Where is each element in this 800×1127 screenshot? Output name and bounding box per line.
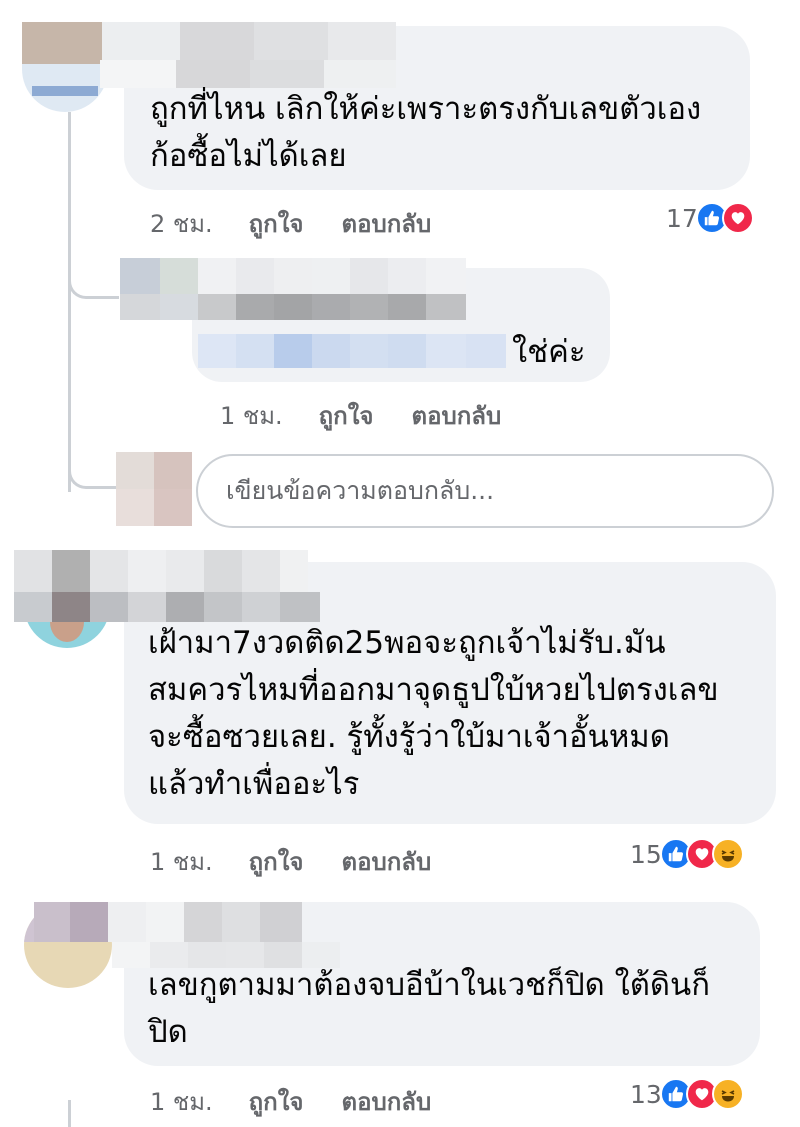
author-name[interactable] — [100, 60, 396, 88]
comment-actions: 1 ชม. ถูกใจ ตอบกลับ — [150, 1082, 431, 1121]
reply-button[interactable]: ตอบกลับ — [411, 396, 501, 435]
love-icon — [721, 202, 754, 234]
like-button[interactable]: ถูกใจ — [319, 396, 374, 435]
reaction-count: 17 — [666, 203, 698, 233]
reply-actions: 1 ชม. ถูกใจ ตอบกลับ — [220, 396, 501, 435]
comment-time[interactable]: 1 ชม. — [150, 1082, 213, 1121]
thread-curve — [68, 250, 119, 299]
reply-author-name[interactable] — [120, 258, 466, 294]
comment-actions: 2 ชม. ถูกใจ ตอบกลับ — [150, 204, 431, 243]
reply-input-placeholder: เขียนข้อความตอบกลับ... — [226, 476, 495, 505]
reaction-summary[interactable]: 13 — [630, 1078, 744, 1110]
mention-tag[interactable] — [198, 334, 506, 368]
reply-author-name[interactable] — [120, 294, 466, 320]
comment-text: เฝ้ามา7งวดติด25พอจะถูกเจ้าไม่รับ.มัน สมค… — [148, 625, 719, 802]
haha-icon — [711, 838, 744, 870]
author-name[interactable] — [34, 902, 302, 942]
comment-text: ถูกที่ไหน เลิกให้ค่ะเพราะตรงกับเลขตัวเอง… — [150, 91, 702, 174]
like-button[interactable]: ถูกใจ — [249, 842, 304, 881]
thread-curve — [68, 440, 119, 489]
current-user-avatar[interactable] — [116, 452, 192, 526]
author-name[interactable] — [22, 22, 396, 64]
reaction-summary[interactable]: 15 — [630, 838, 744, 870]
thread-line — [68, 1100, 71, 1127]
like-button[interactable]: ถูกใจ — [249, 204, 304, 243]
author-name[interactable] — [14, 550, 348, 592]
like-button[interactable]: ถูกใจ — [249, 1082, 304, 1121]
author-name[interactable] — [14, 592, 320, 622]
thread-line — [68, 112, 71, 492]
reply-input[interactable]: เขียนข้อความตอบกลับ... — [196, 454, 774, 528]
comment-time[interactable]: 2 ชม. — [150, 204, 213, 243]
reply-time[interactable]: 1 ชม. — [220, 396, 283, 435]
comment-actions: 1 ชม. ถูกใจ ตอบกลับ — [150, 842, 431, 881]
reply-button[interactable]: ตอบกลับ — [341, 842, 431, 881]
reaction-summary[interactable]: 17 — [666, 202, 754, 234]
reaction-count: 13 — [630, 1079, 662, 1109]
reaction-count: 15 — [630, 839, 662, 869]
reply-button[interactable]: ตอบกลับ — [341, 204, 431, 243]
comment-time[interactable]: 1 ชม. — [150, 842, 213, 881]
reply-button[interactable]: ตอบกลับ — [341, 1082, 431, 1121]
reply-text: ใช่ค่ะ — [512, 334, 586, 370]
comment-text: เลขกูตามมาต้องจบอีบ้าในเวชก็ปิด ใต้ดินก็… — [148, 967, 710, 1050]
haha-icon — [711, 1078, 744, 1110]
